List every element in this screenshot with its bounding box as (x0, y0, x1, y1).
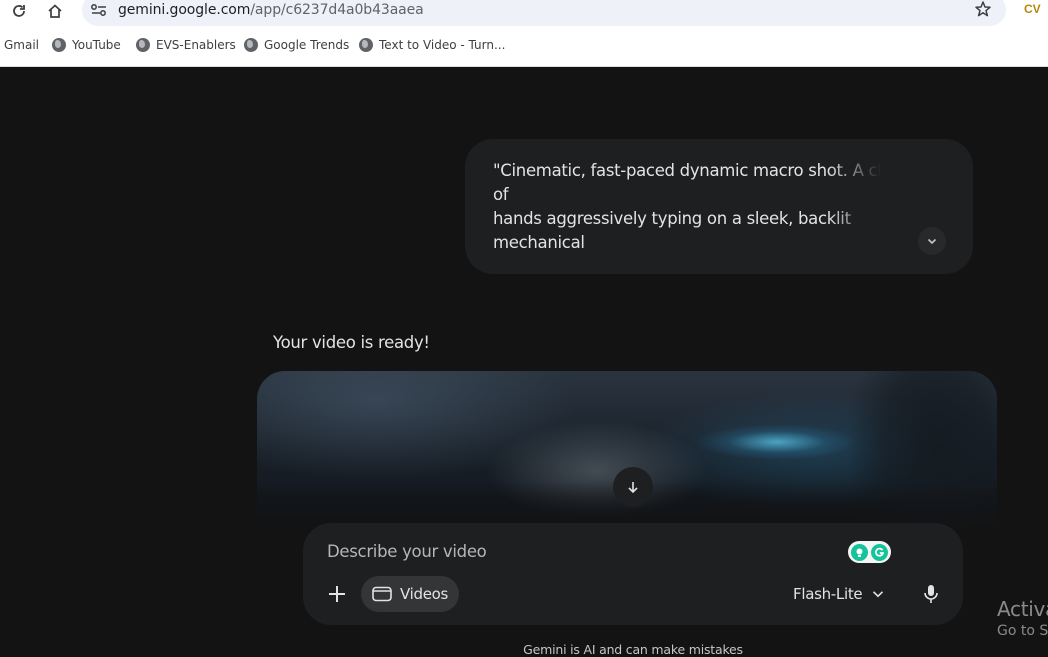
globe-icon (359, 38, 373, 52)
videos-tool-chip[interactable]: Videos (361, 576, 459, 612)
disclaimer-text: Gemini is AI and can make mistakes (523, 642, 743, 657)
grammarly-idea-icon (851, 543, 869, 561)
scroll-to-bottom-button[interactable] (613, 467, 653, 507)
grammarly-widget[interactable] (848, 541, 891, 563)
videos-chip-label: Videos (400, 585, 449, 603)
site-settings-icon[interactable] (90, 2, 108, 18)
bookmark-label: Text to Video - Turn... (379, 38, 506, 52)
response-text: Your video is ready! (273, 333, 430, 352)
user-prompt-text: "Cinematic, fast-paced dynamic macro sho… (493, 161, 936, 252)
globe-icon (136, 38, 150, 52)
bookmarks-bar: Gmail YouTube EVS-Enablers Google Trends… (0, 30, 1048, 67)
reload-button[interactable] (8, 0, 30, 22)
address-bar[interactable]: gemini.google.com/app/c6237d4a0b43aaea (82, 0, 1006, 26)
bookmark-label: Gmail (4, 38, 40, 52)
bookmark-star-icon[interactable] (974, 0, 992, 18)
generated-video[interactable] (257, 371, 997, 531)
extension-button[interactable]: CV (1024, 2, 1041, 16)
bookmark-gmail[interactable]: Gmail (4, 38, 39, 52)
globe-icon (52, 38, 66, 52)
globe-icon (244, 38, 258, 52)
watermark-line1: Activa (997, 597, 1048, 621)
bookmark-text-to-video[interactable]: Text to Video - Turn... (359, 38, 505, 52)
microphone-icon (924, 585, 938, 603)
expand-message-button[interactable] (918, 227, 946, 255)
microphone-button[interactable] (917, 580, 945, 608)
windows-activation-watermark: Activa Go to Se (997, 597, 1048, 639)
model-label: Flash-Lite (793, 585, 863, 603)
bookmark-label: EVS-Enablers (156, 38, 236, 52)
home-icon (48, 4, 62, 18)
plus-icon (329, 586, 345, 602)
bookmark-google-trends[interactable]: Google Trends (244, 38, 349, 52)
video-icon (372, 586, 392, 602)
bookmark-evs-enablers[interactable]: EVS-Enablers (136, 38, 236, 52)
grammarly-icon (870, 543, 888, 561)
arrow-down-icon (628, 482, 638, 494)
bookmark-label: YouTube (72, 38, 121, 52)
url-text[interactable]: gemini.google.com/app/c6237d4a0b43aaea (118, 2, 424, 18)
prompt-input[interactable] (327, 539, 827, 563)
chevron-down-icon (927, 238, 937, 245)
browser-toolbar: gemini.google.com/app/c6237d4a0b43aaea C… (0, 0, 1048, 30)
reload-icon (13, 5, 25, 17)
bookmark-youtube[interactable]: YouTube (52, 38, 121, 52)
bookmark-label: Google Trends (264, 38, 350, 52)
url-host: gemini.google.com (118, 2, 251, 18)
add-attachment-button[interactable] (323, 580, 351, 608)
prompt-composer: Videos Flash-Lite (303, 523, 963, 625)
home-button[interactable] (44, 0, 66, 22)
user-message-bubble: "Cinematic, fast-paced dynamic macro sho… (465, 139, 973, 274)
model-selector[interactable]: Flash-Lite (793, 580, 884, 608)
chevron-down-icon (873, 591, 884, 598)
gemini-chat: "Cinematic, fast-paced dynamic macro sho… (0, 67, 1048, 657)
url-path: /app/c6237d4a0b43aaea (250, 2, 424, 18)
watermark-line2: Go to Se (997, 623, 1048, 639)
